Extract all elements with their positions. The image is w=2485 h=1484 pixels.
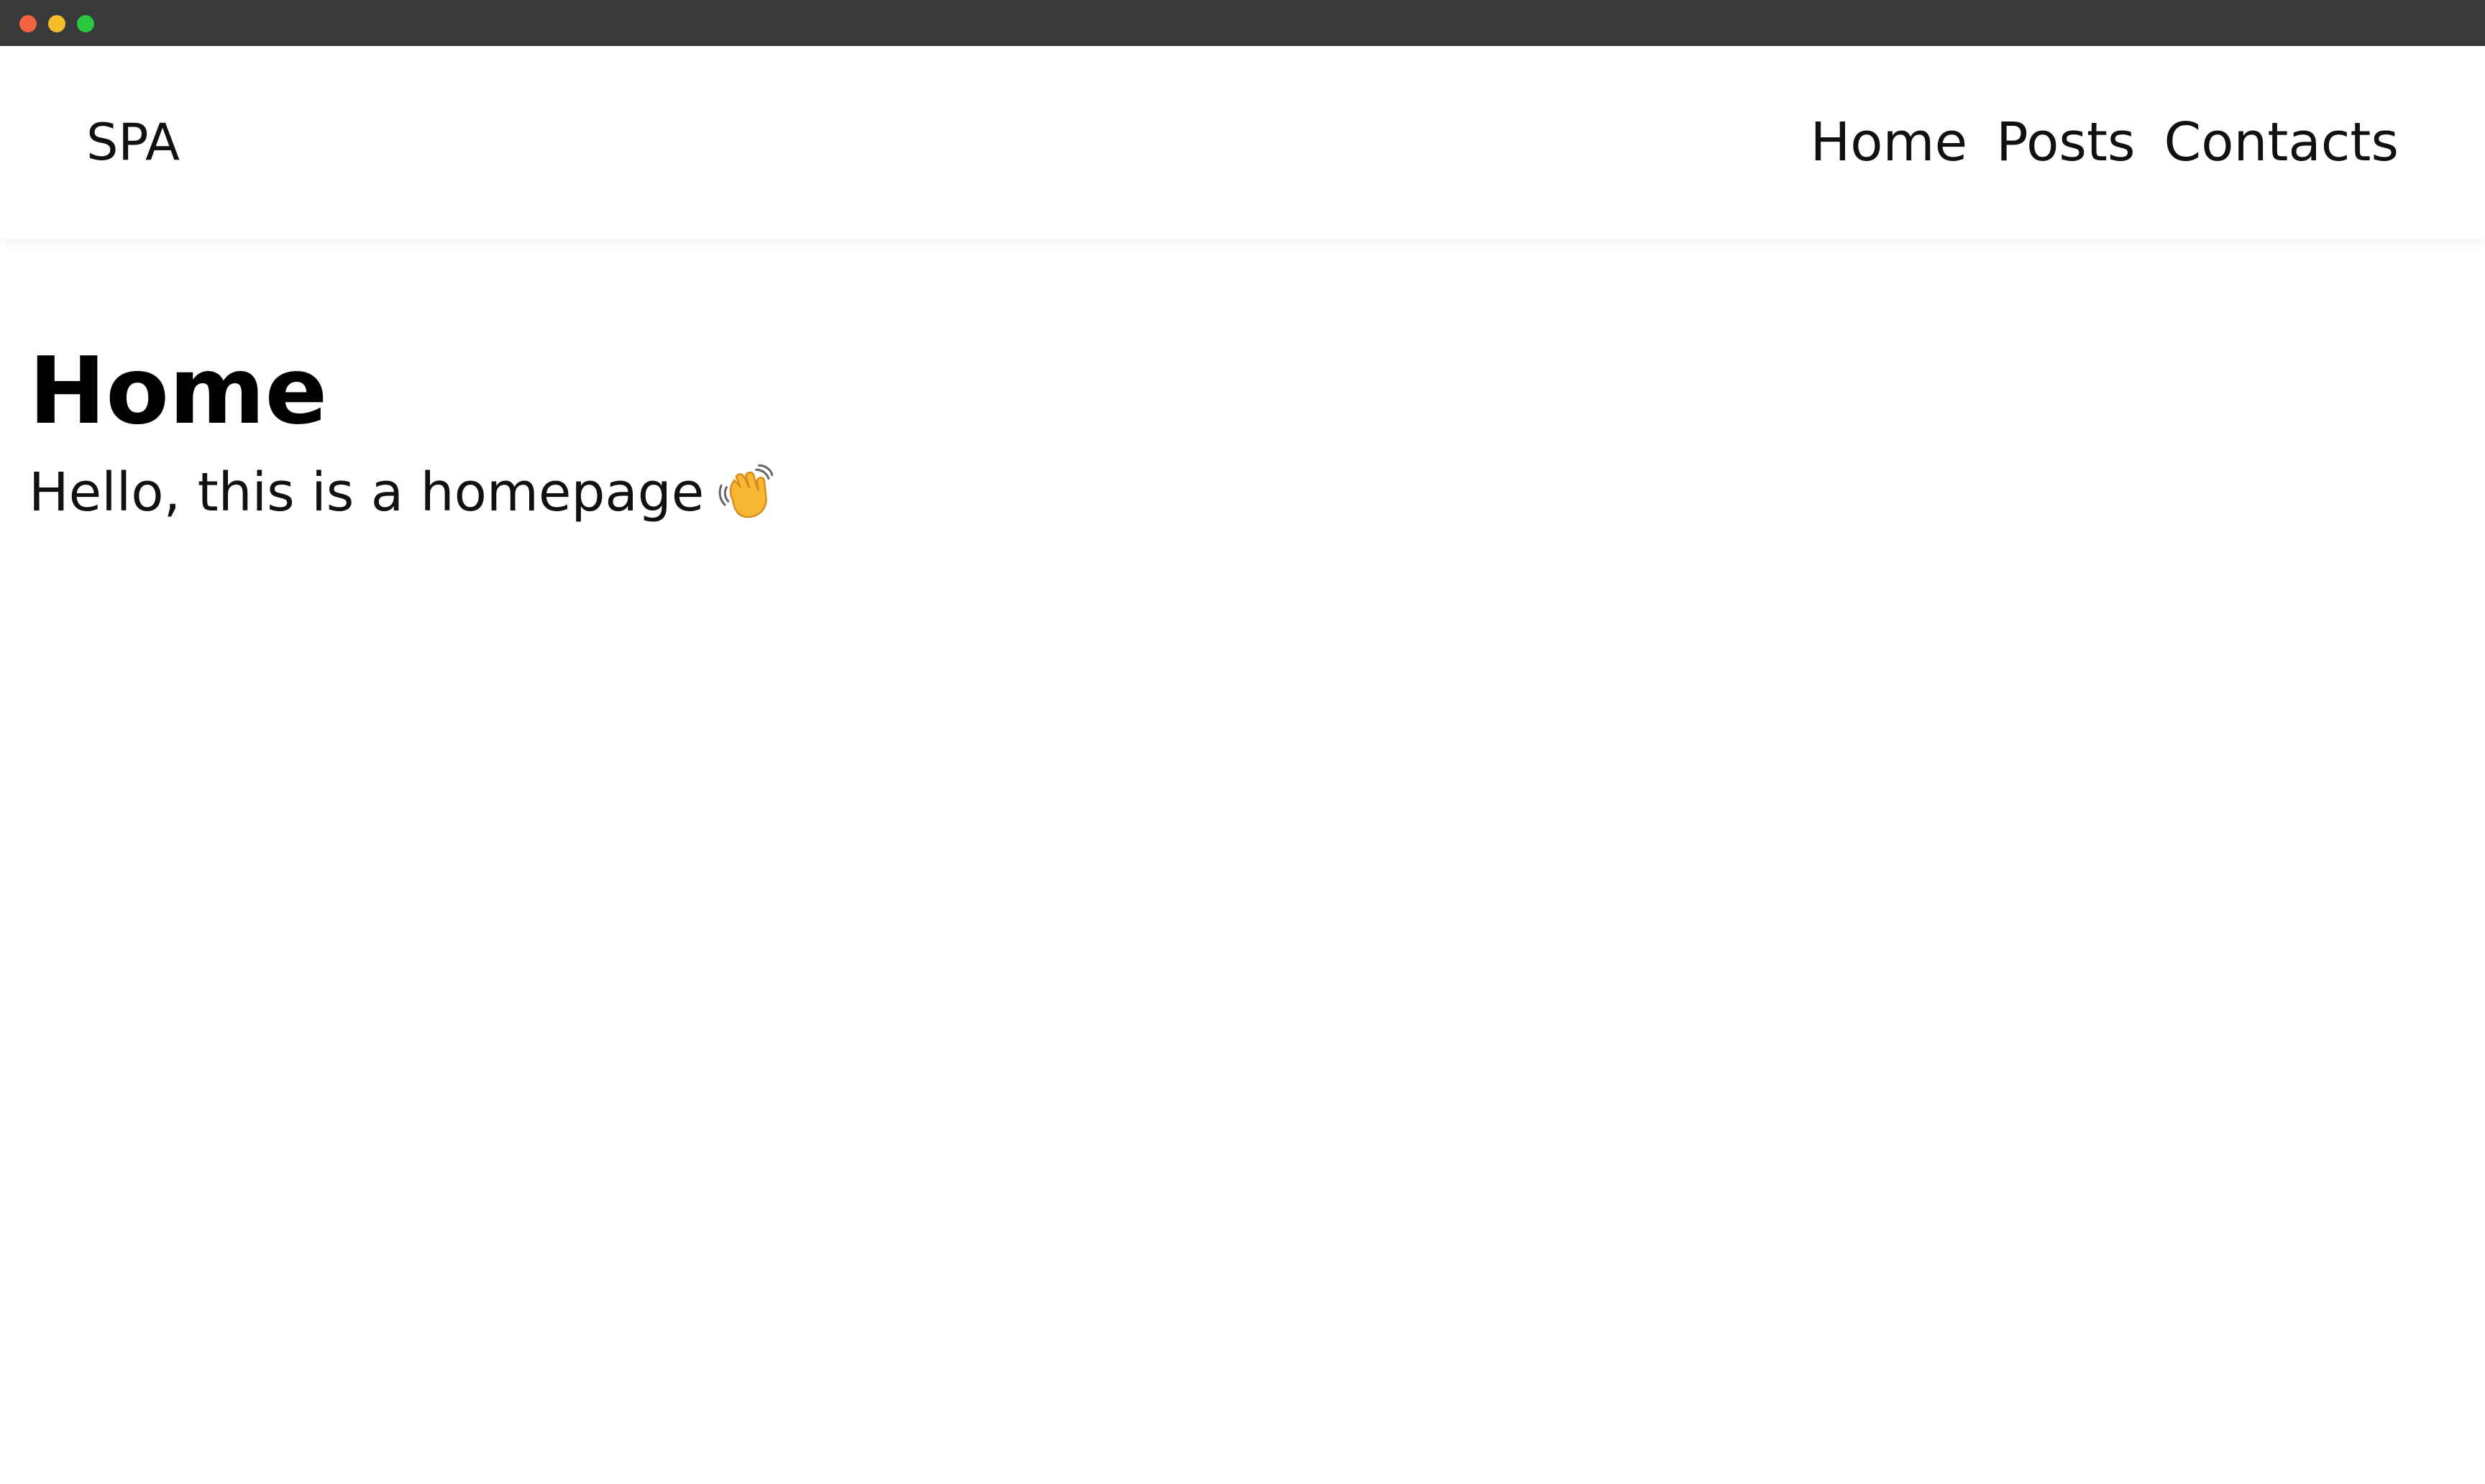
main-navigation: Home Posts Contacts [1811,46,2399,239]
window-titlebar [0,0,2485,46]
intro-text: Hello, this is a homepage [29,462,705,523]
nav-link-posts[interactable]: Posts [1996,111,2135,173]
nav-link-home[interactable]: Home [1811,111,1968,173]
nav-link-contacts[interactable]: Contacts [2164,111,2399,173]
intro-paragraph: Hello, this is a homepage [29,453,2402,532]
main-content: Home Hello, this is a homepage [29,338,2402,532]
close-window-button[interactable] [19,15,37,32]
maximize-window-button[interactable] [77,15,94,32]
page-title: Home [29,338,328,445]
minimize-window-button[interactable] [48,15,65,32]
waving-hand-icon [718,464,774,518]
top-navbar: SPA Home Posts Contacts [0,46,2485,239]
brand-logo-link[interactable]: SPA [86,46,180,239]
browser-window: SPA Home Posts Contacts Home Hello, this… [0,0,2485,1484]
